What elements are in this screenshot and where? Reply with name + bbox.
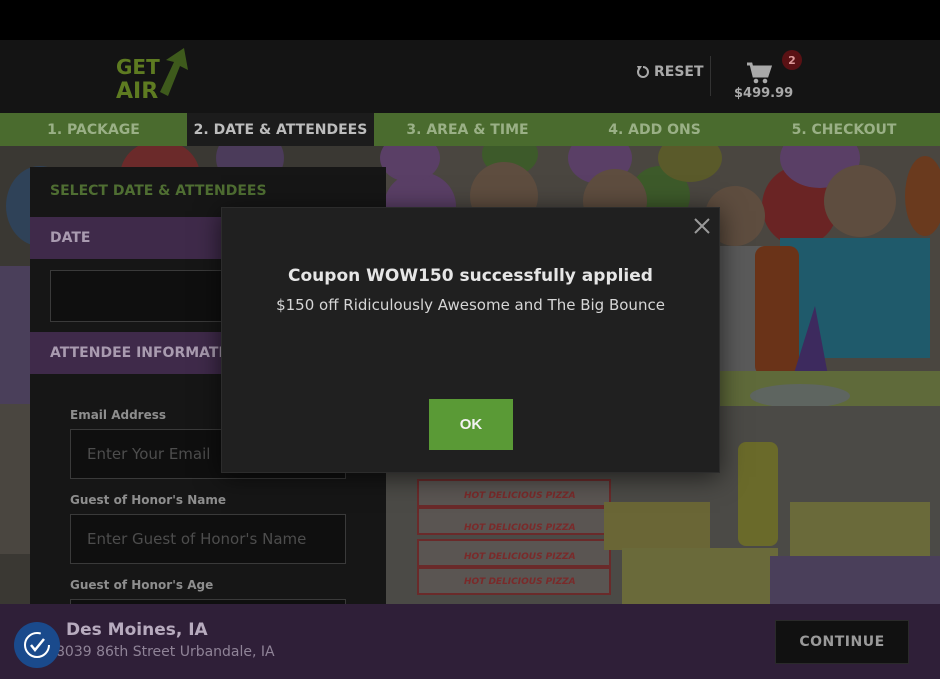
top-bar xyxy=(0,0,940,40)
reset-icon xyxy=(637,66,649,78)
location-address: 8039 86th Street Urbandale, IA xyxy=(56,644,275,660)
attendee-heading: ATTENDEE INFORMATION xyxy=(50,345,248,361)
step-area-time[interactable]: 3. AREA & TIME xyxy=(374,113,561,146)
pizza-box-label: HOT DELICIOUS PIZZA xyxy=(464,552,576,562)
reset-label: RESET xyxy=(654,64,704,80)
pizza-box-label: HOT DELICIOUS PIZZA xyxy=(464,491,576,501)
step-date-attendees[interactable]: 2. DATE & ATTENDEES xyxy=(187,113,374,146)
cart-total: $499.99 xyxy=(734,86,794,101)
close-button[interactable] xyxy=(692,216,712,236)
modal-message: $150 off Ridiculously Awesome and The Bi… xyxy=(276,296,665,314)
logo-text-get: GET xyxy=(116,55,160,79)
get-air-logo[interactable]: GET AIR xyxy=(110,46,194,110)
step-package[interactable]: 1. PACKAGE xyxy=(0,113,187,146)
pizza-box-label: HOT DELICIOUS PIZZA xyxy=(464,577,576,587)
header-divider xyxy=(710,56,711,96)
coupon-success-modal: Coupon WOW150 successfully applied $150 … xyxy=(221,207,720,473)
location-name: Des Moines, IA xyxy=(66,620,208,640)
continue-button[interactable]: CONTINUE xyxy=(775,620,909,664)
footer-bar: Des Moines, IA 8039 86th Street Urbandal… xyxy=(0,604,940,679)
accessibility-button[interactable] xyxy=(14,622,60,668)
date-heading: DATE xyxy=(50,230,91,246)
cart-button[interactable]: 2 $499.99 xyxy=(730,50,802,102)
panel-title: SELECT DATE & ATTENDEES xyxy=(50,183,267,199)
honor-name-label: Guest of Honor's Name xyxy=(70,493,226,507)
honor-name-field[interactable]: Enter Guest of Honor's Name xyxy=(70,514,346,564)
checkout-steps: 1. PACKAGE 2. DATE & ATTENDEES 3. AREA &… xyxy=(0,113,940,146)
step-add-ons[interactable]: 4. ADD ONS xyxy=(561,113,748,146)
honor-age-label: Guest of Honor's Age xyxy=(70,578,214,592)
step-checkout[interactable]: 5. CHECKOUT xyxy=(748,113,940,146)
accessibility-icon xyxy=(24,632,50,658)
pizza-box-label: HOT DELICIOUS PIZZA xyxy=(464,523,576,533)
header: GET AIR RESET 2 $499.99 xyxy=(0,40,940,113)
modal-title: Coupon WOW150 successfully applied xyxy=(288,266,653,286)
ok-button[interactable]: OK xyxy=(429,399,513,450)
logo-text-air: AIR xyxy=(116,79,158,104)
shopping-cart-icon xyxy=(747,62,772,84)
reset-button[interactable]: RESET xyxy=(636,64,704,80)
cart-count-badge: 2 xyxy=(782,50,802,70)
email-label: Email Address xyxy=(70,408,167,422)
close-icon xyxy=(694,218,710,234)
